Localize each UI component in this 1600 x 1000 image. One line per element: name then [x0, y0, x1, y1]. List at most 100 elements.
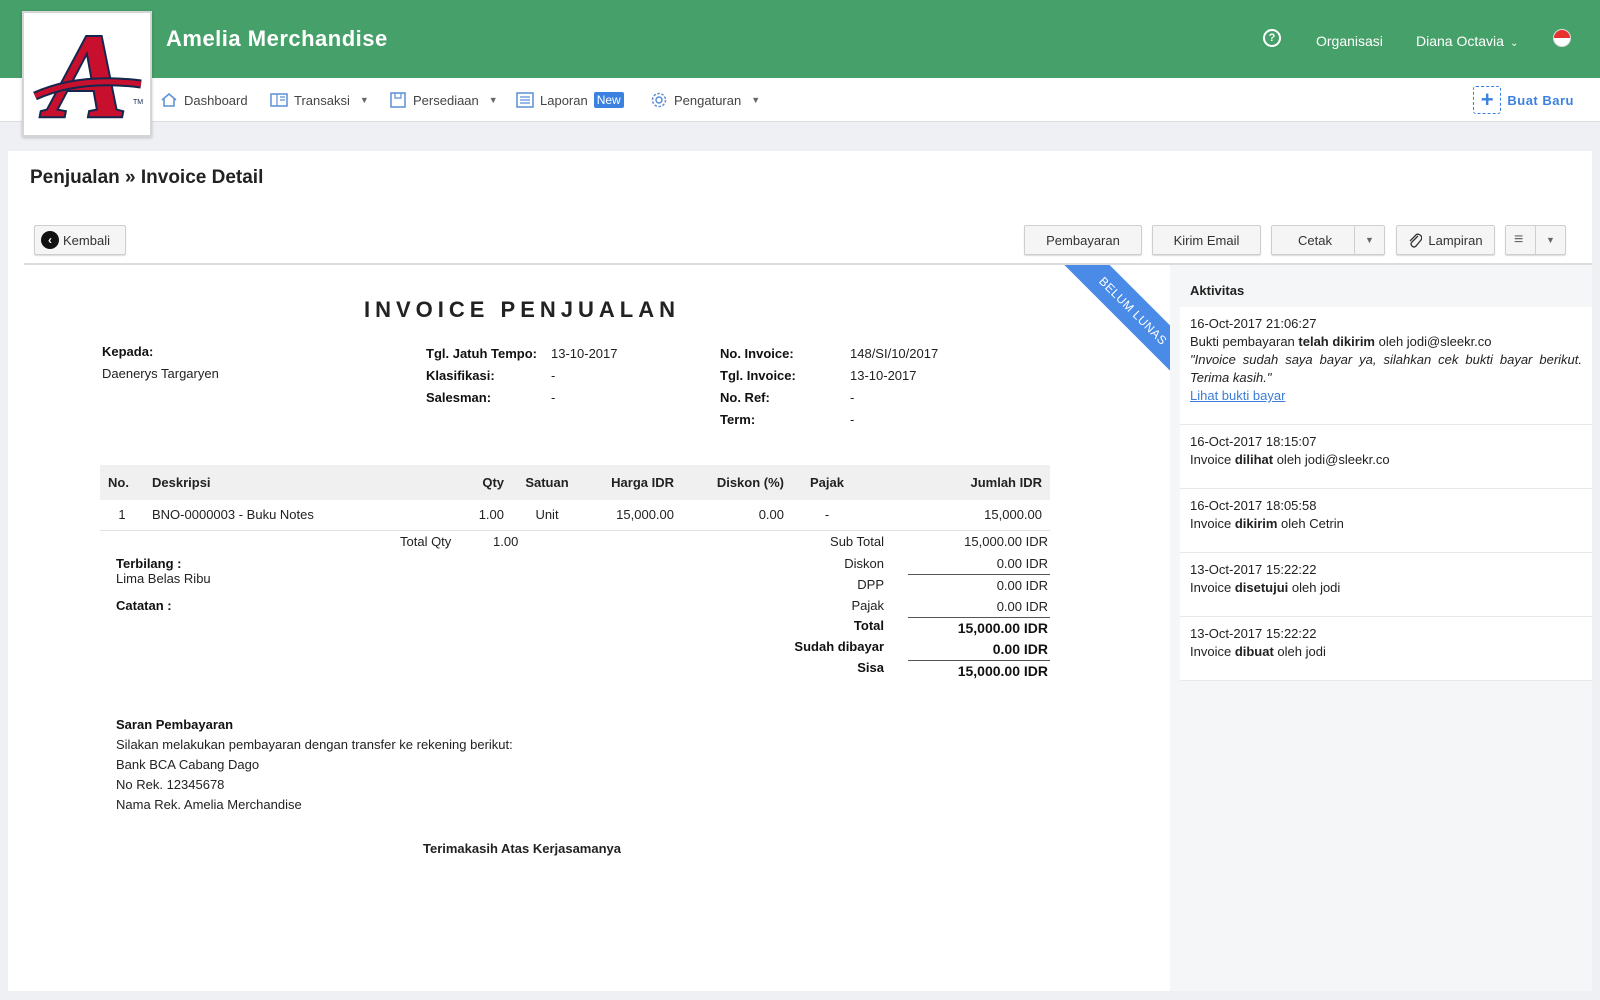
logo-a-icon: A TM [33, 18, 143, 130]
more-dropdown-caret-icon[interactable]: ▼ [1535, 226, 1565, 254]
page-title: Penjualan » Invoice Detail [30, 167, 264, 188]
caret-down-icon: ▼ [359, 95, 369, 105]
activity-time: 16-Oct-2017 18:05:58 [1190, 498, 1317, 513]
invoice-date-label: Tgl. Invoice: [720, 368, 796, 383]
due-date-label: Tgl. Jatuh Tempo: [426, 346, 537, 361]
payment-advice-line: Nama Rek. Amelia Merchandise [116, 797, 302, 812]
discount-label: Diskon [844, 556, 884, 571]
column-header: Jumlah IDR [862, 465, 1050, 500]
salesman-value: - [551, 390, 556, 405]
invoice-no-label: No. Invoice: [720, 346, 794, 361]
caret-down-icon: ▼ [751, 95, 761, 105]
gear-icon [651, 92, 667, 108]
to-value: Daenerys Targaryen [102, 366, 219, 381]
nav-label: Transaksi [294, 92, 350, 108]
payment-advice-title: Saran Pembayaran [116, 717, 234, 732]
print-label: Cetak [1298, 232, 1332, 248]
home-icon [161, 93, 177, 107]
activity-time: 13-Oct-2017 15:22:22 [1190, 626, 1317, 641]
activity-text: Invoice dibuat oleh jodi [1190, 644, 1326, 659]
notes-label: Catatan : [116, 598, 172, 613]
to-label: Kepada: [102, 344, 154, 359]
nav-persediaan[interactable]: Persediaan ▼ [389, 78, 498, 122]
nav-pengaturan[interactable]: Pengaturan ▼ [650, 78, 760, 122]
row-price: 15,000.00 [582, 500, 682, 531]
print-dropdown-caret-icon[interactable]: ▼ [1354, 226, 1384, 254]
dpp-value: 0.00 IDR [996, 578, 1048, 593]
language-flag-icon[interactable] [1553, 29, 1571, 47]
column-header: No. [100, 465, 144, 500]
summary-line [908, 574, 1050, 575]
payment-advice-line: Bank BCA Cabang Dago [116, 757, 260, 772]
spelled-label: Terbilang : [116, 556, 182, 571]
dpp-label: DPP [857, 577, 884, 592]
activity-quote: "Invoice sudah saya bayar ya, silahkan c… [1190, 352, 1582, 385]
logo-letter: A [40, 18, 127, 130]
send-email-button[interactable]: Kirim Email [1152, 225, 1261, 255]
more-actions-button[interactable]: ≡ ▼ [1505, 225, 1566, 255]
paid-value: 0.00 IDR [992, 641, 1048, 657]
back-arrow-icon: ‹ [41, 231, 59, 249]
content-card: Penjualan » Invoice Detail ‹ Kembali Pem… [8, 151, 1592, 991]
invoice-title: INVOICE PENJUALAN [363, 297, 681, 322]
print-button[interactable]: Cetak ▼ [1271, 225, 1385, 255]
plus-icon: + [1473, 86, 1502, 114]
row-qty: 1.00 [464, 500, 512, 531]
term-label: Term: [720, 412, 756, 427]
classification-value: - [551, 368, 556, 383]
nav-label: Persediaan [413, 92, 479, 108]
nav-dashboard[interactable]: Dashboard [160, 78, 248, 122]
caret-down-icon: ▼ [488, 95, 498, 105]
report-icon [516, 92, 534, 108]
due-date-value: 13-10-2017 [551, 346, 618, 361]
invoice-document: BELUM LUNAS INVOICE PENJUALAN Kepada: Da… [24, 265, 1170, 991]
invoice-items-table: No. Deskripsi Qty Satuan Harga IDR Disko… [100, 465, 1050, 531]
classification-label: Klasifikasi: [426, 368, 495, 383]
activity-panel: Aktivitas 16-Oct-2017 21:06:27 Bukti pem… [1170, 265, 1592, 991]
company-logo[interactable]: A TM [22, 11, 152, 137]
top-header: Amelia Merchandise ? Organisasi Diana Oc… [0, 0, 1600, 78]
logo-tm: TM [133, 99, 143, 106]
tax-label: Pajak [851, 598, 884, 613]
view-payment-proof-link[interactable]: Lihat bukti bayar [1190, 387, 1582, 405]
create-new-button[interactable]: + Buat Baru [1473, 85, 1574, 115]
term-value: - [850, 412, 855, 427]
activity-text: Invoice dikirim oleh Cetrin [1190, 516, 1344, 531]
activity-text: Invoice disetujui oleh jodi [1190, 580, 1341, 595]
activity-time: 16-Oct-2017 18:15:07 [1190, 434, 1317, 449]
activity-item: 13-Oct-2017 15:22:22 Invoice disetujui o… [1180, 553, 1592, 617]
table-header-row: No. Deskripsi Qty Satuan Harga IDR Disko… [100, 465, 1050, 500]
subtotal-label: Sub Total [830, 534, 884, 549]
spelled-value: Lima Belas Ribu [116, 571, 211, 586]
paperclip-icon [1409, 233, 1423, 248]
row-unit: Unit [512, 500, 582, 531]
activity-item: 16-Oct-2017 18:05:58 Invoice dikirim ole… [1180, 489, 1592, 553]
attachment-button[interactable]: Lampiran [1396, 225, 1495, 255]
invoice-date-value: 13-10-2017 [850, 368, 917, 383]
row-description: BNO-0000003 - Buku Notes [144, 500, 464, 531]
nav-transaksi[interactable]: Transaksi ▼ [270, 78, 369, 122]
nav-laporan[interactable]: Laporan New [516, 78, 624, 122]
column-header: Diskon (%) [682, 465, 792, 500]
payment-advice-line: No Rek. 12345678 [116, 777, 225, 792]
remaining-label: Sisa [857, 660, 884, 675]
app-title: Amelia Merchandise [166, 26, 388, 51]
nav-label: Dashboard [184, 92, 248, 108]
organization-link[interactable]: Organisasi [1316, 33, 1383, 49]
tax-value: 0.00 IDR [996, 599, 1048, 614]
new-badge: New [593, 92, 624, 108]
row-tax: - [792, 500, 862, 531]
activity-item: 13-Oct-2017 15:22:22 Invoice dibuat oleh… [1180, 617, 1592, 681]
activity-text: Invoice dilihat oleh jodi@sleekr.co [1190, 452, 1390, 467]
thanks-note: Terimakasih Atas Kerjasamanya [423, 841, 621, 856]
create-new-label: Buat Baru [1507, 92, 1574, 108]
payment-button[interactable]: Pembayaran [1024, 225, 1142, 255]
total-qty-label: Total Qty [400, 534, 452, 549]
column-header: Qty [464, 465, 512, 500]
user-menu[interactable]: Diana Octavia ⌄ [1416, 33, 1518, 49]
help-icon[interactable]: ? [1263, 29, 1281, 47]
row-amount: 15,000.00 [862, 500, 1050, 531]
inventory-icon [390, 92, 406, 108]
subtotal-value: 15,000.00 IDR [964, 534, 1048, 549]
back-button[interactable]: ‹ Kembali [34, 225, 126, 255]
